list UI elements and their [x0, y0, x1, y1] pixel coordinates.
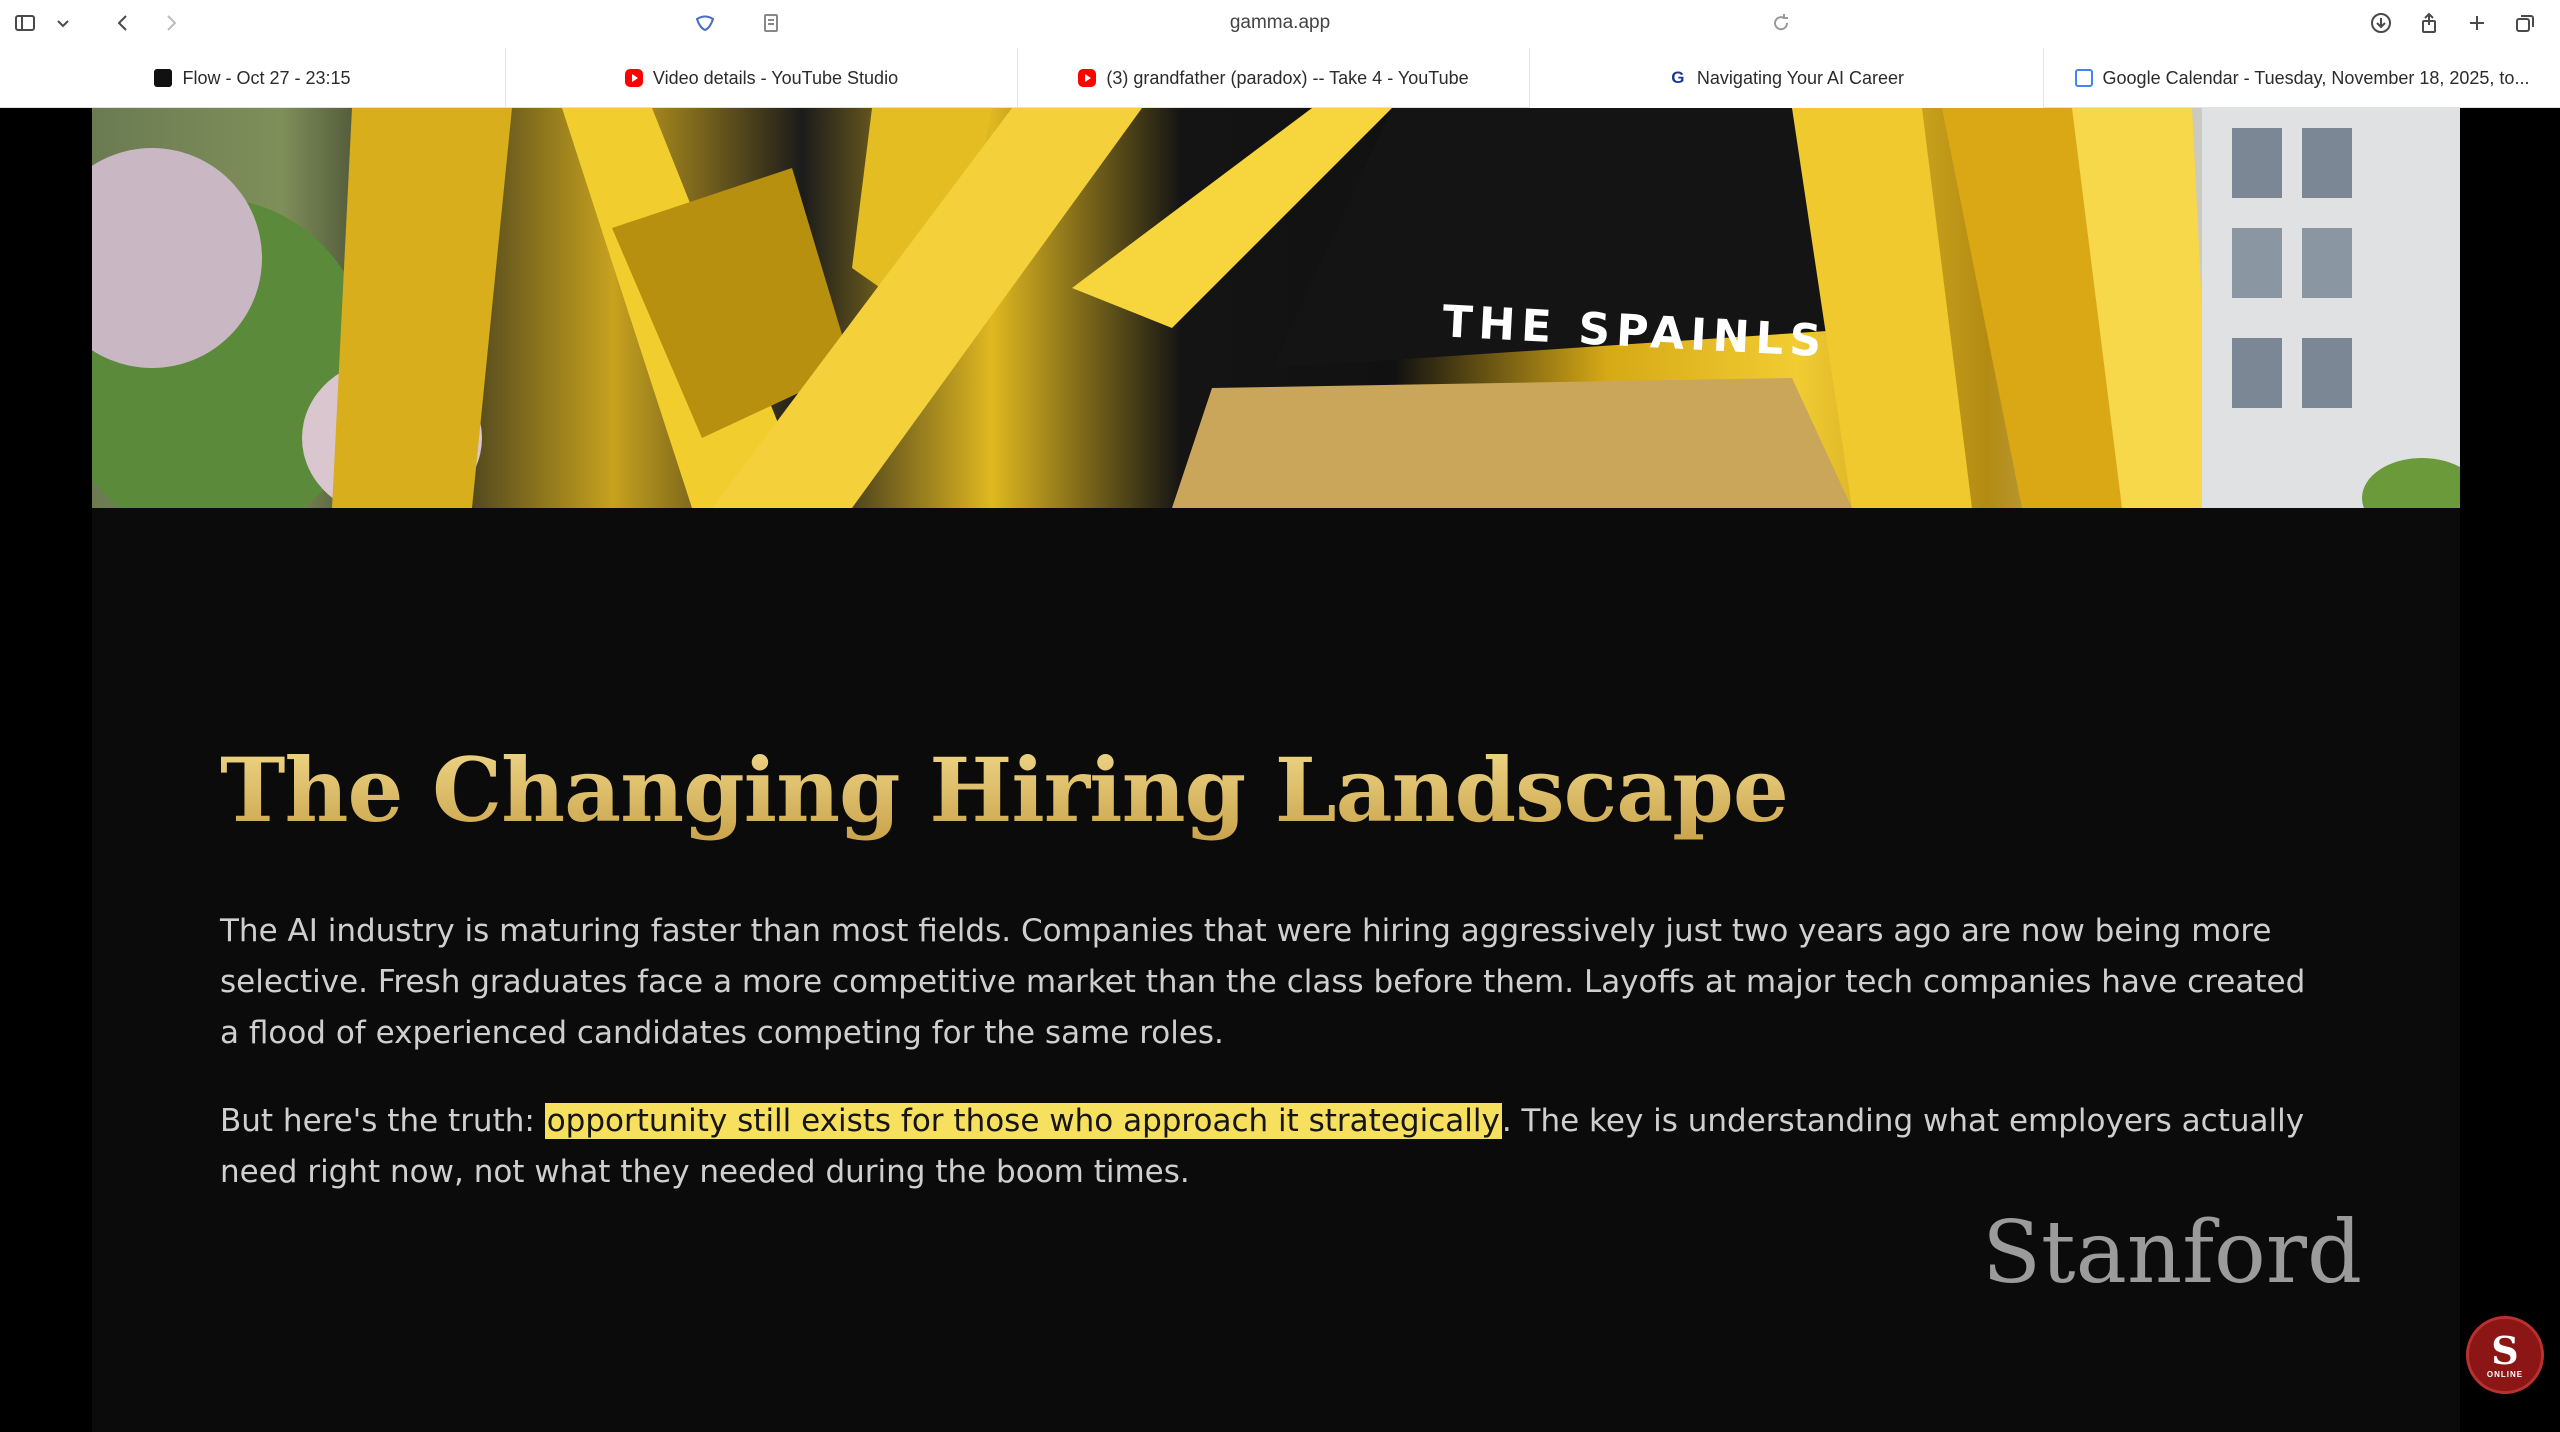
tab-label: Flow - Oct 27 - 23:15 — [182, 67, 351, 88]
gamma-icon: G — [1671, 68, 1685, 87]
tab-overview-icon[interactable] — [2508, 6, 2542, 40]
badge-letter: S — [2491, 1327, 2519, 1373]
stanford-online-badge: S ONLINE — [2466, 1316, 2544, 1394]
hero-image: THE SPAINLS — [92, 108, 2460, 508]
tab-label: Google Calendar - Tuesday, November 18, … — [2102, 67, 2530, 88]
building-facade-illustration — [92, 108, 2460, 508]
reload-icon[interactable] — [1764, 6, 1798, 40]
forward-button[interactable] — [154, 6, 188, 40]
paragraph-intro: The AI industry is maturing faster than … — [220, 913, 2306, 1051]
sidebar-toggle-icon[interactable] — [8, 6, 42, 40]
share-icon[interactable] — [2412, 6, 2446, 40]
privacy-shield-icon[interactable] — [688, 6, 722, 40]
back-button[interactable] — [106, 6, 140, 40]
tab-youtube-studio[interactable]: Video details - YouTube Studio — [506, 48, 1018, 108]
tab-label: (3) grandfather (paradox) -- Take 4 - Yo… — [1106, 67, 1469, 88]
browser-toolbar: gamma.app — [0, 0, 2560, 48]
slide-title: The Changing Hiring Landscape — [220, 738, 1820, 844]
calendar-icon — [2074, 69, 2093, 87]
badge-caption: ONLINE — [2486, 1369, 2524, 1379]
paragraph-truth: But here's the truth: opportunity still … — [220, 1096, 2320, 1198]
tab-bar: Flow - Oct 27 - 23:15 Video details - Yo… — [0, 48, 2560, 108]
youtube-icon — [624, 69, 643, 87]
tab-youtube-video[interactable]: (3) grandfather (paradox) -- Take 4 - Yo… — [1018, 48, 1530, 108]
reader-mode-icon[interactable] — [754, 6, 788, 40]
tab-navigating-ai-career[interactable]: G Navigating Your AI Career — [1530, 48, 2044, 108]
presentation-slide: THE SPAINLS The Changing Hiring Landscap… — [92, 108, 2460, 1432]
tab-google-calendar[interactable]: Google Calendar - Tuesday, November 18, … — [2044, 48, 2560, 108]
stanford-wordmark: Stanford — [1982, 1203, 2362, 1303]
tab-label: Video details - YouTube Studio — [652, 67, 899, 88]
tab-flow[interactable]: Flow - Oct 27 - 23:15 — [0, 48, 506, 108]
flow-icon — [154, 69, 173, 87]
paragraph-lead: But here's the truth: — [220, 1103, 545, 1139]
address-bar[interactable]: gamma.app — [1130, 8, 1430, 38]
highlighted-text: opportunity still exists for those who a… — [544, 1103, 1502, 1139]
chevron-down-icon[interactable] — [46, 6, 80, 40]
download-icon[interactable] — [2364, 6, 2398, 40]
new-tab-icon[interactable] — [2460, 6, 2494, 40]
youtube-icon — [1078, 69, 1097, 87]
tab-label: Navigating Your AI Career — [1696, 67, 1905, 88]
